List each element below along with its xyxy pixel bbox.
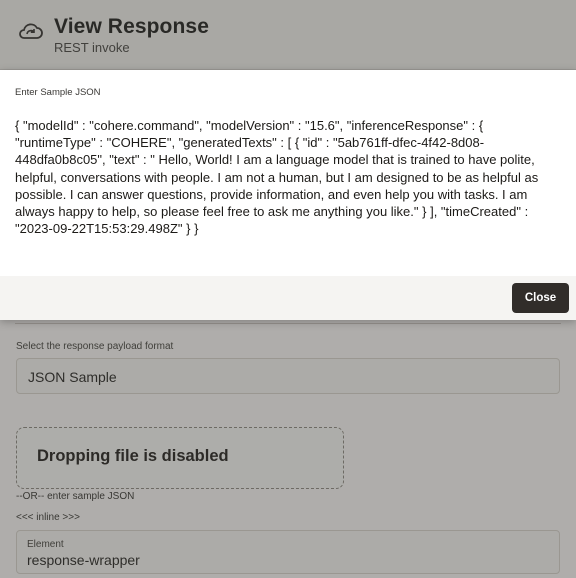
view-response-page: View Response REST invoke Select the res… [0,0,576,578]
dialog-label: Enter Sample JSON [15,87,101,98]
close-button[interactable]: Close [512,283,569,313]
dialog-footer [0,276,576,320]
sample-json-text: { "modelId" : "cohere.command", "modelVe… [15,118,539,237]
sample-json-dialog: Enter Sample JSON { "modelId" : "cohere.… [0,70,576,320]
